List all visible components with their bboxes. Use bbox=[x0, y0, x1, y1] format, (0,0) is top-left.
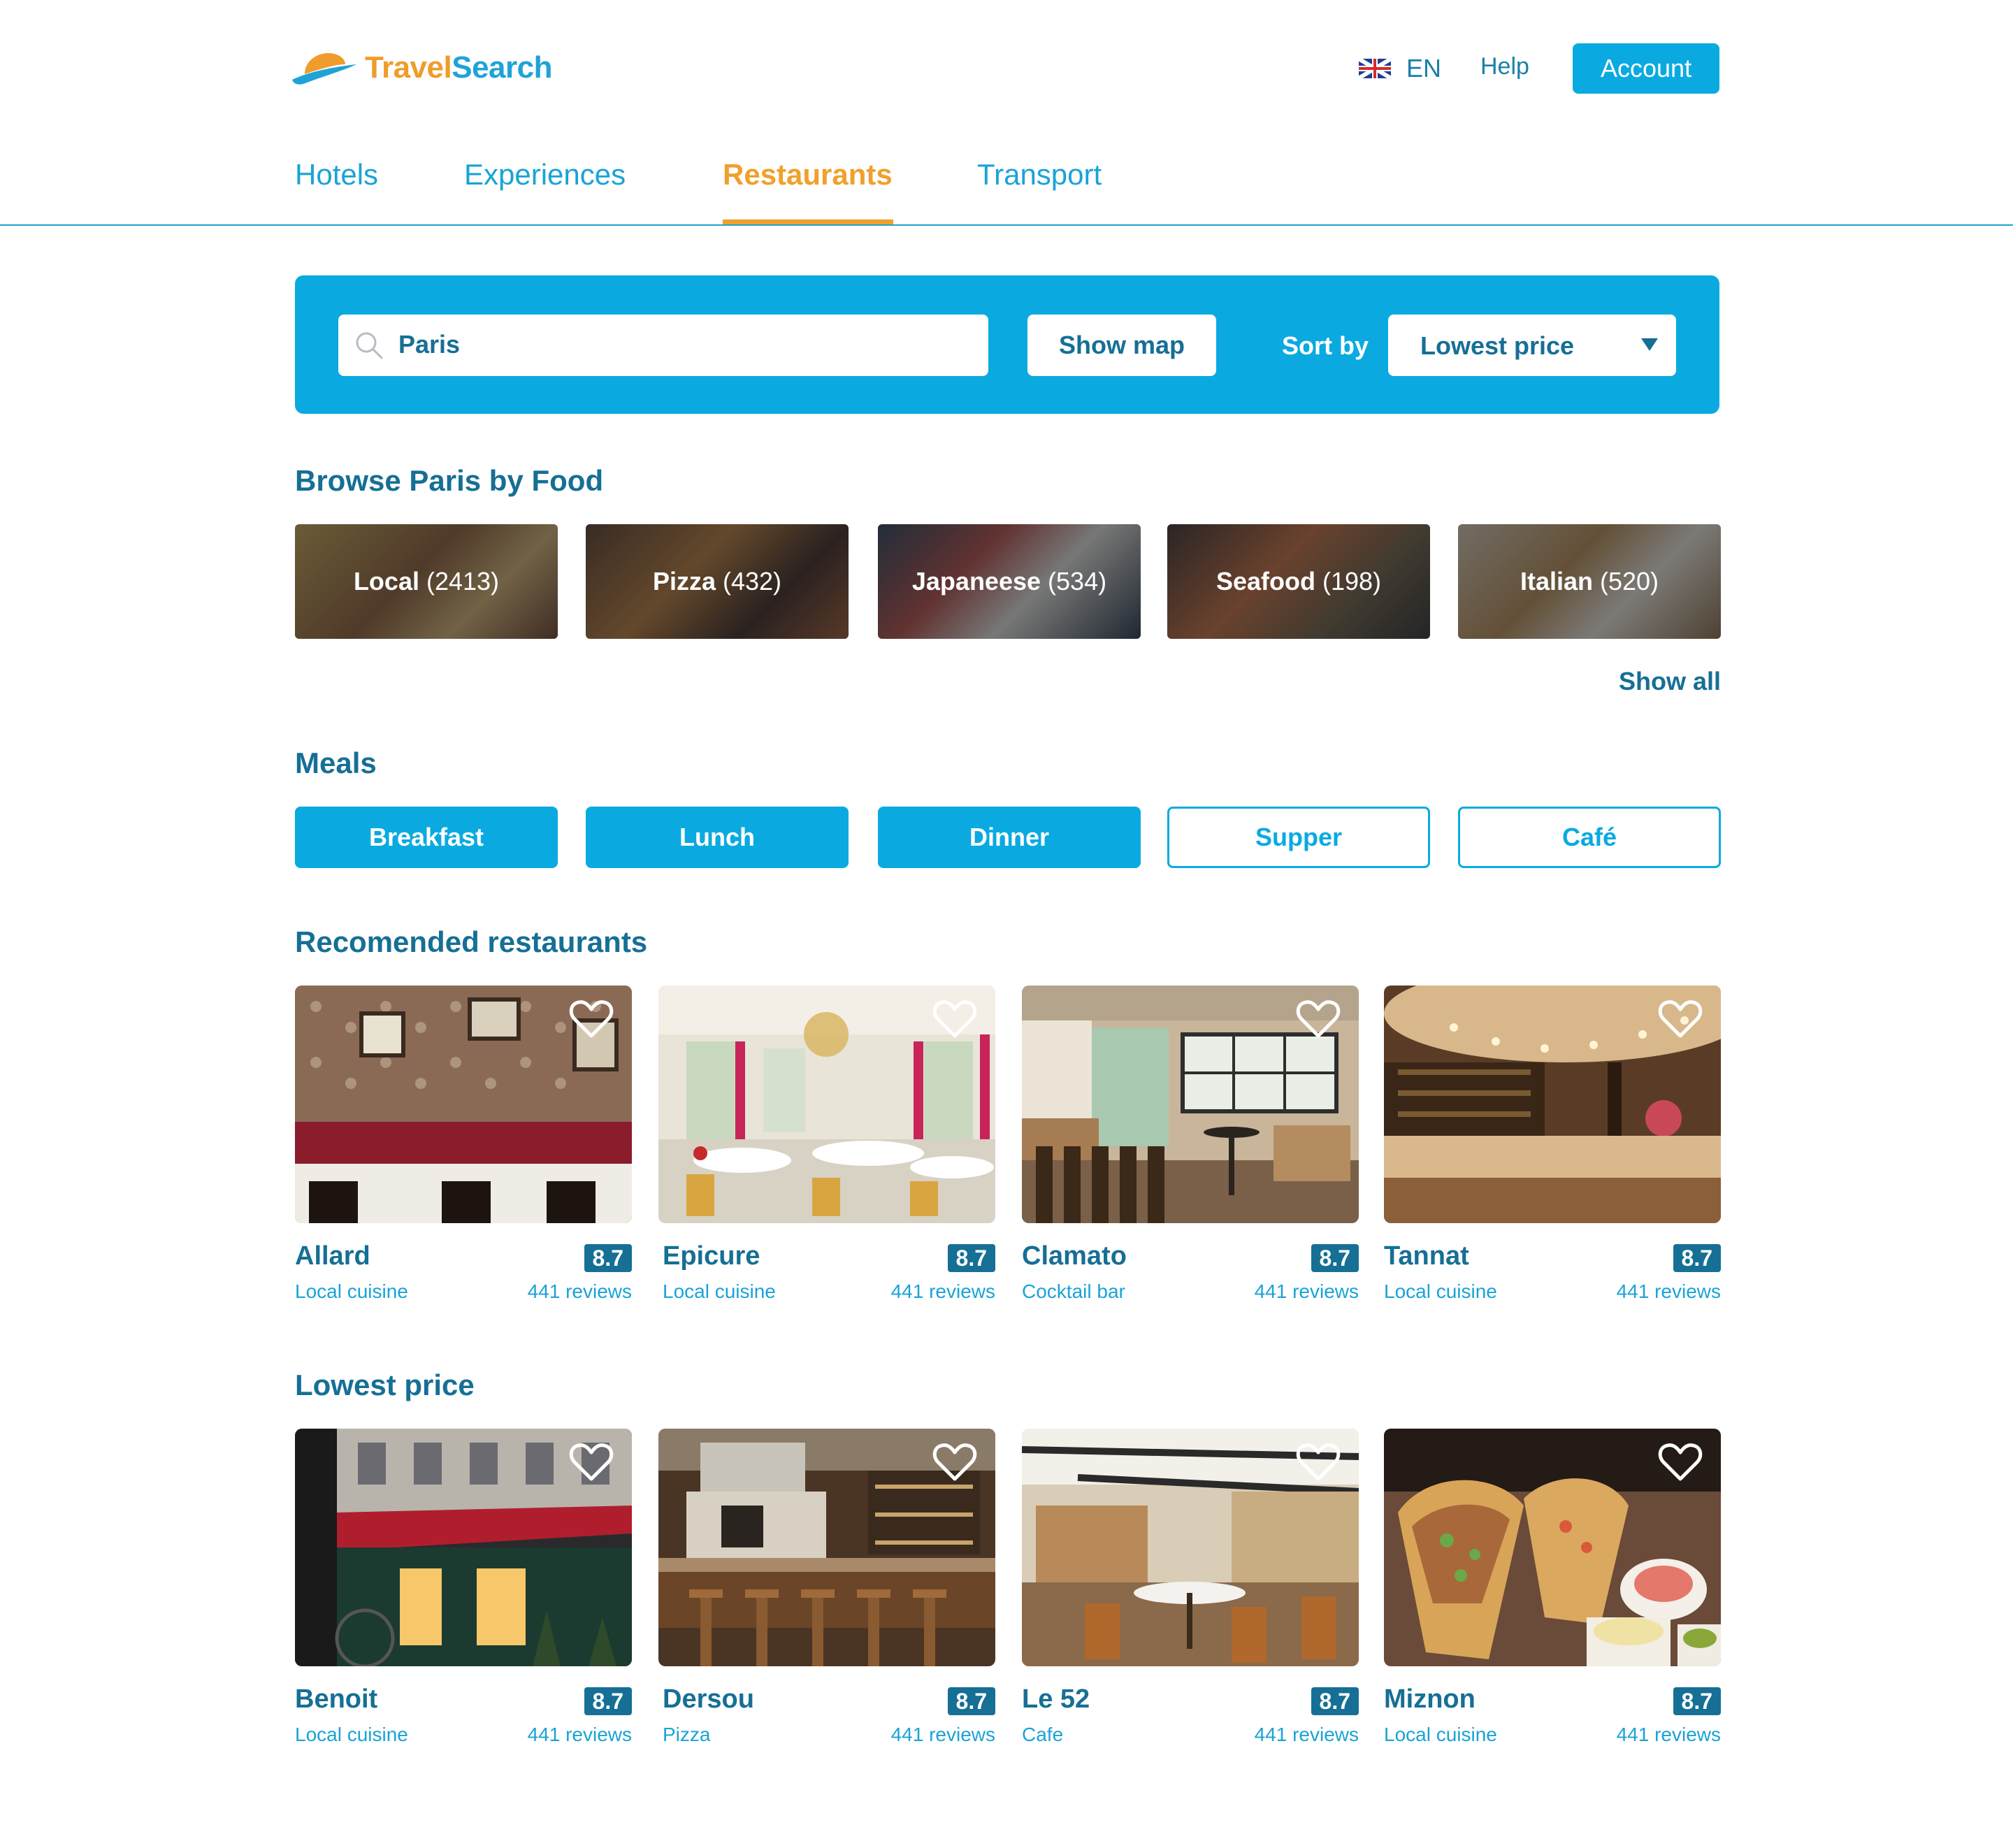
recommended-section-title: Recomended restaurants bbox=[295, 925, 648, 958]
tab-transport[interactable]: Transport bbox=[977, 158, 1102, 192]
restaurant-photo bbox=[658, 986, 995, 1223]
brand-logo[interactable]: TravelSearch bbox=[289, 43, 552, 92]
help-link[interactable]: Help bbox=[1480, 53, 1529, 80]
restaurant-name[interactable]: Tannat bbox=[1384, 1241, 1469, 1271]
restaurant-card[interactable]: Epicure 8.7 Local cuisine 441 reviews bbox=[658, 986, 995, 1314]
rating-badge: 8.7 bbox=[1311, 1687, 1359, 1715]
meals-section-title: Meals bbox=[295, 746, 377, 779]
sort-value: Lowest price bbox=[1420, 331, 1575, 360]
heart-icon[interactable] bbox=[932, 1441, 977, 1483]
reviews-count[interactable]: 441 reviews bbox=[891, 1280, 995, 1303]
show-map-button[interactable]: Show map bbox=[1027, 315, 1216, 376]
rating-badge: 8.7 bbox=[584, 1244, 632, 1272]
restaurant-card[interactable]: Dersou 8.7 Pizza 441 reviews bbox=[658, 1429, 995, 1757]
reviews-count[interactable]: 441 reviews bbox=[1255, 1280, 1359, 1303]
heart-icon[interactable] bbox=[932, 998, 977, 1040]
restaurant-photo bbox=[1384, 1429, 1721, 1666]
food-tile-label: Italian (520) bbox=[1520, 567, 1659, 595]
search-icon bbox=[356, 332, 383, 359]
language-selector[interactable]: EN bbox=[1359, 49, 1441, 88]
logo-icon bbox=[292, 53, 356, 85]
reviews-count[interactable]: 441 reviews bbox=[891, 1724, 995, 1746]
cuisine-type: Pizza bbox=[663, 1724, 711, 1745]
heart-icon[interactable] bbox=[569, 998, 614, 1040]
sort-select[interactable]: Lowest price bbox=[1388, 315, 1676, 376]
restaurant-card[interactable]: Clamato 8.7 Cocktail bar 441 reviews bbox=[1022, 986, 1359, 1314]
food-tile-seafood[interactable]: Seafood (198) bbox=[1167, 524, 1430, 639]
heart-icon[interactable] bbox=[569, 1441, 614, 1483]
rating-badge: 8.7 bbox=[1673, 1244, 1721, 1272]
rating-badge: 8.7 bbox=[947, 1687, 995, 1715]
heart-icon[interactable] bbox=[1658, 998, 1703, 1040]
cuisine-type: Local cuisine bbox=[1384, 1724, 1497, 1745]
restaurant-name[interactable]: Epicure bbox=[663, 1241, 760, 1271]
food-section-title: Browse Paris by Food bbox=[295, 464, 604, 497]
reviews-count[interactable]: 441 reviews bbox=[1617, 1724, 1721, 1746]
reviews-count[interactable]: 441 reviews bbox=[1255, 1724, 1359, 1746]
restaurant-card[interactable]: Miznon 8.7 Local cuisine 441 reviews bbox=[1384, 1429, 1721, 1757]
reviews-count[interactable]: 441 reviews bbox=[1617, 1280, 1721, 1303]
food-tile-japanese[interactable]: Japaneese (534) bbox=[878, 524, 1141, 639]
restaurant-card[interactable]: Tannat 8.7 Local cuisine 441 reviews bbox=[1384, 986, 1721, 1314]
restaurant-name[interactable]: Clamato bbox=[1022, 1241, 1127, 1271]
meal-dinner-button[interactable]: Dinner bbox=[878, 807, 1141, 868]
restaurant-photo bbox=[295, 986, 632, 1223]
restaurant-name[interactable]: Dersou bbox=[663, 1684, 754, 1715]
restaurant-photo bbox=[1022, 986, 1359, 1223]
restaurant-photo bbox=[1384, 986, 1721, 1223]
cuisine-type: Local cuisine bbox=[295, 1724, 408, 1745]
tab-hotels[interactable]: Hotels bbox=[295, 158, 378, 192]
tab-restaurants[interactable]: Restaurants bbox=[723, 158, 893, 192]
tabs-divider bbox=[0, 224, 2013, 226]
rating-badge: 8.7 bbox=[584, 1687, 632, 1715]
meal-cafe-button[interactable]: Café bbox=[1458, 807, 1721, 868]
language-label: EN bbox=[1406, 54, 1442, 82]
cuisine-type: Local cuisine bbox=[1384, 1280, 1497, 1302]
cuisine-type: Local cuisine bbox=[663, 1280, 776, 1302]
restaurant-card[interactable]: Allard 8.7 Local cuisine 441 reviews bbox=[295, 986, 632, 1314]
food-tile-label: Local (2413) bbox=[353, 567, 500, 595]
caret-down-icon bbox=[1641, 338, 1658, 351]
restaurant-name[interactable]: Benoit bbox=[295, 1684, 377, 1715]
heart-icon[interactable] bbox=[1296, 1441, 1341, 1483]
rating-badge: 8.7 bbox=[1311, 1244, 1359, 1272]
restaurant-name[interactable]: Allard bbox=[295, 1241, 370, 1271]
page: TravelSearch EN Help Account Hotels Expe… bbox=[0, 0, 2013, 1848]
food-tile-local[interactable]: Local (2413) bbox=[295, 524, 558, 639]
reviews-count[interactable]: 441 reviews bbox=[528, 1280, 632, 1303]
meal-lunch-button[interactable]: Lunch bbox=[586, 807, 849, 868]
rating-badge: 8.7 bbox=[1673, 1687, 1721, 1715]
heart-icon[interactable] bbox=[1296, 998, 1341, 1040]
search-input[interactable]: Paris bbox=[338, 315, 988, 376]
brand-name: TravelSearch bbox=[365, 50, 552, 85]
cuisine-type: Local cuisine bbox=[295, 1280, 408, 1302]
restaurant-name[interactable]: Miznon bbox=[1384, 1684, 1476, 1715]
account-button[interactable]: Account bbox=[1573, 43, 1719, 94]
food-tile-label: Seafood (198) bbox=[1215, 567, 1382, 595]
food-tile-pizza[interactable]: Pizza (432) bbox=[586, 524, 849, 639]
meal-supper-button[interactable]: Supper bbox=[1167, 807, 1430, 868]
uk-flag-icon bbox=[1359, 59, 1391, 78]
heart-icon[interactable] bbox=[1658, 1441, 1703, 1483]
food-tile-italian[interactable]: Italian (520) bbox=[1458, 524, 1721, 639]
food-tile-label: Japaneese (534) bbox=[911, 567, 1107, 595]
cuisine-type: Cocktail bar bbox=[1022, 1280, 1125, 1302]
reviews-count[interactable]: 441 reviews bbox=[528, 1724, 632, 1746]
food-tile-label: Pizza (432) bbox=[652, 567, 782, 595]
rating-badge: 8.7 bbox=[947, 1244, 995, 1272]
search-value: Paris bbox=[398, 330, 461, 359]
meal-breakfast-button[interactable]: Breakfast bbox=[295, 807, 558, 868]
show-all-link[interactable]: Show all bbox=[1619, 667, 1721, 696]
cuisine-type: Cafe bbox=[1022, 1724, 1064, 1745]
restaurant-photo bbox=[295, 1429, 632, 1666]
tab-experiences[interactable]: Experiences bbox=[464, 158, 626, 192]
search-panel: Paris Show map Sort by Lowest price bbox=[295, 275, 1719, 414]
restaurant-name[interactable]: Le 52 bbox=[1022, 1684, 1090, 1715]
lowest-price-section-title: Lowest price bbox=[295, 1369, 475, 1401]
restaurant-card[interactable]: Le 52 8.7 Cafe 441 reviews bbox=[1022, 1429, 1359, 1757]
restaurant-photo bbox=[658, 1429, 995, 1666]
restaurant-card[interactable]: Benoit 8.7 Local cuisine 441 reviews bbox=[295, 1429, 632, 1757]
restaurant-photo bbox=[1022, 1429, 1359, 1666]
sort-label: Sort by bbox=[1282, 331, 1369, 360]
